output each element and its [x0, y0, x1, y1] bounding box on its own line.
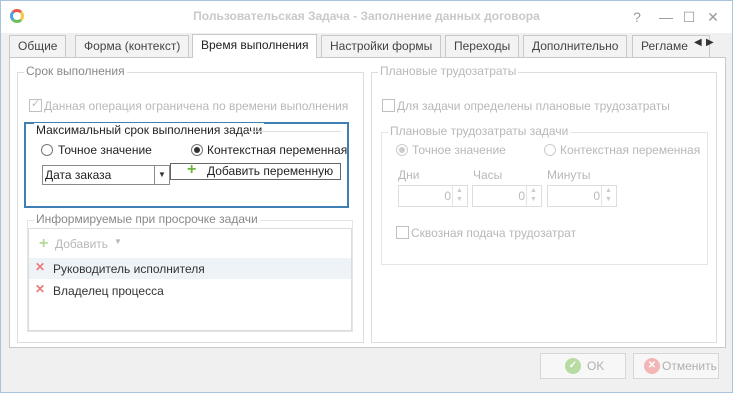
- minutes-spinner[interactable]: 0 ▲ ▼: [547, 185, 617, 207]
- context-variable-label: Контекстная переменная: [207, 143, 348, 157]
- max-term-title: Максимальный срок выполнения задачи: [34, 123, 265, 137]
- tab-scroll-left-icon[interactable]: ◀: [694, 37, 702, 48]
- minutes-label: Минуты: [547, 168, 591, 182]
- limited-checkbox-label: Данная операция ограничена по времени вы…: [44, 99, 349, 113]
- end-to-end-label: Сквозная подача трудозатрат: [411, 226, 577, 240]
- help-button[interactable]: ?: [627, 7, 647, 27]
- plus-icon: +: [39, 235, 49, 252]
- ok-label: OK: [587, 359, 605, 373]
- dialog-window: Пользовательская Задача - Заполнение дан…: [0, 0, 733, 393]
- close-button[interactable]: ✕: [703, 7, 723, 27]
- hours-label: Часы: [473, 168, 503, 182]
- planned-subgroup-title: Плановые трудозатраты задачи: [388, 124, 571, 138]
- tab-advanced[interactable]: Дополнительно: [523, 35, 628, 57]
- list-item[interactable]: ✕ Владелец процесса: [29, 280, 351, 301]
- add-notified-label: Добавить: [55, 237, 109, 251]
- spinner-arrows-icon[interactable]: ▲ ▼: [601, 186, 616, 206]
- planned-context-radio[interactable]: [544, 144, 556, 156]
- check-icon: ✓: [565, 358, 581, 374]
- cancel-icon: ✕: [644, 358, 660, 374]
- exact-value-label: Точное значение: [58, 143, 152, 157]
- planned-checkbox[interactable]: [382, 99, 395, 112]
- tab-general[interactable]: Общие: [9, 35, 67, 57]
- maximize-button[interactable]: ☐: [679, 7, 699, 27]
- planned-context-label: Контекстная переменная: [560, 143, 701, 157]
- planned-exact-label: Точное значение: [412, 143, 506, 157]
- end-to-end-checkbox[interactable]: [396, 226, 409, 239]
- add-variable-button[interactable]: + Добавить переменную: [170, 161, 341, 180]
- spinner-arrows-icon[interactable]: ▲ ▼: [452, 186, 467, 206]
- notified-list: + Добавить ▼ ✕ Руководитель исполнителя …: [28, 228, 352, 331]
- tab-scroll-right-icon[interactable]: ▶: [706, 37, 714, 48]
- add-notified-button[interactable]: + Добавить ▼: [29, 234, 351, 255]
- days-label: Дни: [398, 168, 420, 182]
- remove-icon[interactable]: ✕: [35, 260, 45, 274]
- spinner-arrows-icon[interactable]: ▲ ▼: [526, 186, 541, 206]
- ok-button[interactable]: ✓ OK: [540, 353, 626, 379]
- tab-strip: Общие Форма (контекст) Время выполнения …: [9, 34, 720, 58]
- tab-transitions[interactable]: Переходы: [445, 35, 520, 57]
- exact-value-radio[interactable]: [41, 144, 53, 156]
- chevron-down-icon[interactable]: ▼: [154, 166, 169, 184]
- variable-select-value: Дата заказа: [45, 168, 112, 182]
- list-item-label: Руководитель исполнителя: [53, 262, 205, 276]
- tab-form-context[interactable]: Форма (контекст): [75, 35, 190, 57]
- cancel-button[interactable]: ✕ Отменить: [633, 353, 719, 379]
- window-title: Пользовательская Задача - Заполнение дан…: [193, 9, 540, 23]
- planned-group-title: Плановые трудозатраты: [378, 64, 519, 78]
- days-spinner[interactable]: 0 ▲ ▼: [398, 185, 468, 207]
- list-item-label: Владелец процесса: [53, 284, 164, 298]
- max-term-divider: [248, 131, 341, 132]
- tab-execution-time[interactable]: Время выполнения: [192, 34, 318, 58]
- minimize-button[interactable]: —: [656, 7, 676, 27]
- variable-select[interactable]: Дата заказа ▼: [42, 165, 170, 185]
- notified-group-title: Информируемые при просрочке задачи: [34, 212, 260, 226]
- planned-exact-radio[interactable]: [396, 144, 408, 156]
- plus-icon: +: [187, 161, 197, 178]
- planned-checkbox-label: Для задачи определены плановые трудозатр…: [397, 99, 670, 113]
- context-variable-radio[interactable]: [191, 144, 203, 156]
- cancel-label: Отменить: [662, 359, 717, 373]
- list-item[interactable]: ✕ Руководитель исполнителя: [29, 258, 351, 279]
- minutes-value: 0: [593, 189, 600, 203]
- hours-spinner[interactable]: 0 ▲ ▼: [472, 185, 542, 207]
- days-value: 0: [444, 189, 451, 203]
- remove-icon[interactable]: ✕: [35, 282, 45, 296]
- tab-form-settings[interactable]: Настройки формы: [321, 35, 442, 57]
- deadline-group-title: Срок выполнения: [24, 64, 127, 78]
- title-bar: Пользовательская Задача - Заполнение дан…: [1, 1, 732, 33]
- limited-checkbox[interactable]: [29, 97, 42, 112]
- hours-value: 0: [518, 189, 525, 203]
- add-variable-label: Добавить переменную: [207, 164, 334, 178]
- chevron-down-icon: ▼: [114, 237, 122, 246]
